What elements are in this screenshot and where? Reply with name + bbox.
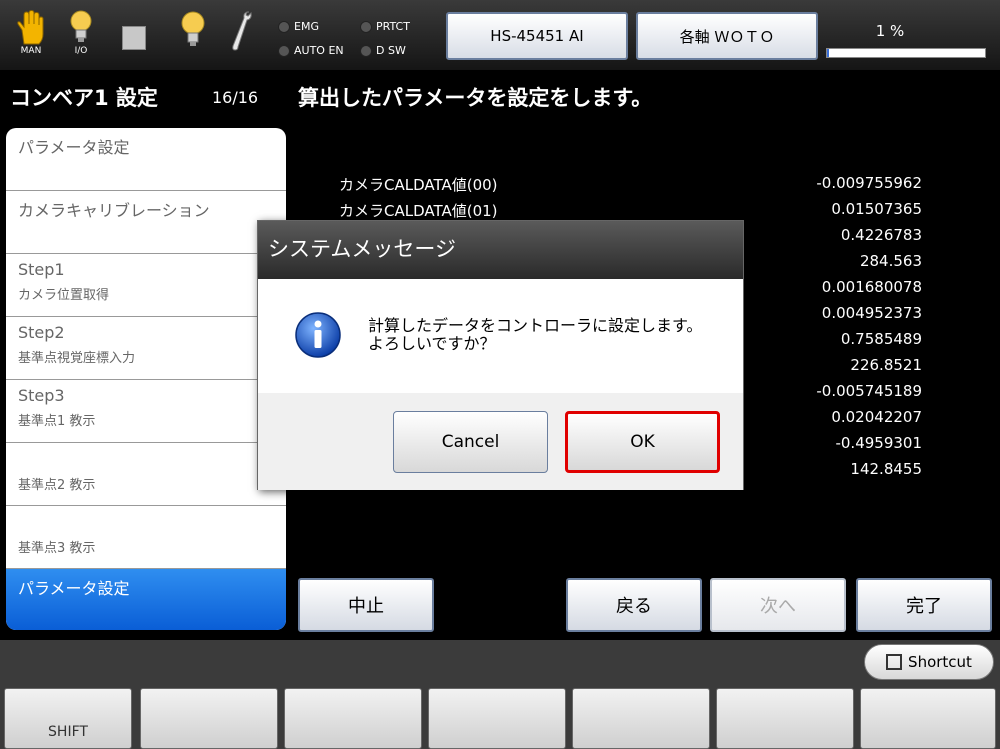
lamp-label: AUTO EN [294,44,344,57]
fkey-4[interactable] [428,688,566,749]
fkey-6[interactable] [716,688,854,749]
panel-title: コンベア1 設定 [10,86,158,110]
step-item-line1: Step1 [18,260,65,279]
lamp-prtct: PRTCT [360,20,410,33]
wrench-icon [232,11,252,51]
param-value: 142.8455 [850,460,922,478]
dialog-body: 計算したデータをコントローラに設定します。 よろしいですか？ [258,279,743,393]
system-message-dialog: システムメッセージ 計算したデータをコントローラに設定します。 よろしいですか？… [257,220,744,490]
manual-mode-button[interactable]: MAN [14,10,48,64]
step-item-step3[interactable]: Step3 基準点1 教示 [6,380,286,443]
param-value: 0.004952373 [821,304,922,322]
step-item-ref-point-2[interactable]: 基準点2 教示 [6,443,286,506]
dialog-message-line1: 計算したデータをコントローラに設定します。 [368,316,703,335]
step-list: パラメータ設定 カメラキャリブレーション Step1 カメラ位置取得 Step2… [6,128,286,630]
speed-progress-bar [826,48,986,58]
param-value: 0.001680078 [821,278,922,296]
lamp-emg: EMG [278,20,319,33]
fkey-shift[interactable]: SHIFT [4,688,132,749]
step-item-line2: 基準点2 教示 [18,478,96,493]
fkey-7[interactable] [860,688,996,749]
dsw-lamp-icon [360,44,372,57]
step-item-line1 [18,449,274,469]
axis-mode-button[interactable]: 各軸 ＷＯＴＯ [636,12,818,60]
param-name: カメラCALDATA値(01) [339,202,498,220]
next-button[interactable]: 次へ [710,578,846,632]
ok-button[interactable]: OK [565,411,720,473]
lamp-auto-en: AUTO EN [278,44,344,57]
lamp-dsw: D SW [360,44,406,57]
page-heading: 算出したパラメータを設定をします。 [298,86,653,110]
step-item-ref-point-3[interactable]: 基準点3 教示 [6,506,286,569]
step-item-line1: Step2 [18,323,65,342]
step-item-line2: 基準点視覚座標入力 [18,351,136,366]
step-item-line2: カメラ位置取得 [18,288,110,303]
step-item-parameter-setting[interactable]: パラメータ設定 [6,128,286,191]
step-item-parameter-setting-active[interactable]: パラメータ設定 [6,569,286,630]
stop-icon[interactable] [122,26,146,50]
io-button[interactable]: I/O [66,10,96,64]
param-value: 0.7585489 [840,330,922,348]
back-button[interactable]: 戻る [566,578,702,632]
step-item-line1: パラメータ設定 [18,138,130,157]
step-item-line1: パラメータ設定 [18,579,130,598]
fkey-3[interactable] [284,688,422,749]
lamp-label: D SW [376,44,406,57]
fkey-5[interactable] [572,688,710,749]
shortcut-button[interactable]: Shortcut [864,644,994,680]
step-item-step1[interactable]: Step1 カメラ位置取得 [6,254,286,317]
step-item-step2[interactable]: Step2 基準点視覚座標入力 [6,317,286,380]
finish-button[interactable]: 完了 [856,578,992,632]
lightbulb-icon [181,11,205,46]
param-value: 0.01507365 [831,200,922,218]
dialog-message-line2: よろしいですか？ [368,334,496,353]
dialog-title: システムメッセージ [258,221,743,279]
lamp-label: PRTCT [376,20,410,33]
step-item-camera-calibration[interactable]: カメラキャリブレーション [6,191,286,254]
param-value: -0.009755962 [816,174,922,192]
prtct-lamp-icon [360,20,372,33]
info-icon [295,312,341,358]
fkey-label: SHIFT [48,724,88,740]
step-counter: 16/16 [212,88,259,107]
speed-progress-fill [827,49,829,57]
step-item-line1: カメラキャリブレーション [18,201,210,220]
lightbulb-icon [70,10,92,42]
robot-select-button[interactable]: HS-45451 AI [446,12,628,60]
param-value: 0.02042207 [831,408,922,426]
step-item-line1: Step3 [18,386,65,405]
param-value: -0.005745189 [816,382,922,400]
lamp-label: EMG [294,20,319,33]
step-item-line1 [18,512,274,532]
param-value: 0.4226783 [840,226,922,244]
light-button[interactable] [178,10,208,64]
param-value: 284.563 [859,252,922,270]
auto-en-lamp-icon [278,44,290,57]
speed-percent-label: 1 % [875,22,905,40]
dialog-message: 計算したデータをコントローラに設定します。 よろしいですか？ [368,317,702,353]
io-label: I/O [74,46,88,56]
tool-button[interactable] [228,10,254,64]
fkey-2[interactable] [140,688,278,749]
shortcut-label: Shortcut [908,653,972,671]
param-value: 226.8521 [850,356,922,374]
step-item-line2: 基準点3 教示 [18,541,96,556]
hand-icon [17,10,44,45]
cancel-button[interactable]: Cancel [393,411,548,473]
param-value: -0.4959301 [835,434,922,452]
table-row: カメラCALDATA値(00) -0.009755962 [334,172,930,198]
shortcut-icon [886,654,903,670]
emg-lamp-icon [278,20,290,33]
abort-button[interactable]: 中止 [298,578,434,632]
param-name: カメラCALDATA値(00) [339,176,498,194]
man-label: MAN [20,46,42,56]
step-item-line2: 基準点1 教示 [18,414,96,429]
